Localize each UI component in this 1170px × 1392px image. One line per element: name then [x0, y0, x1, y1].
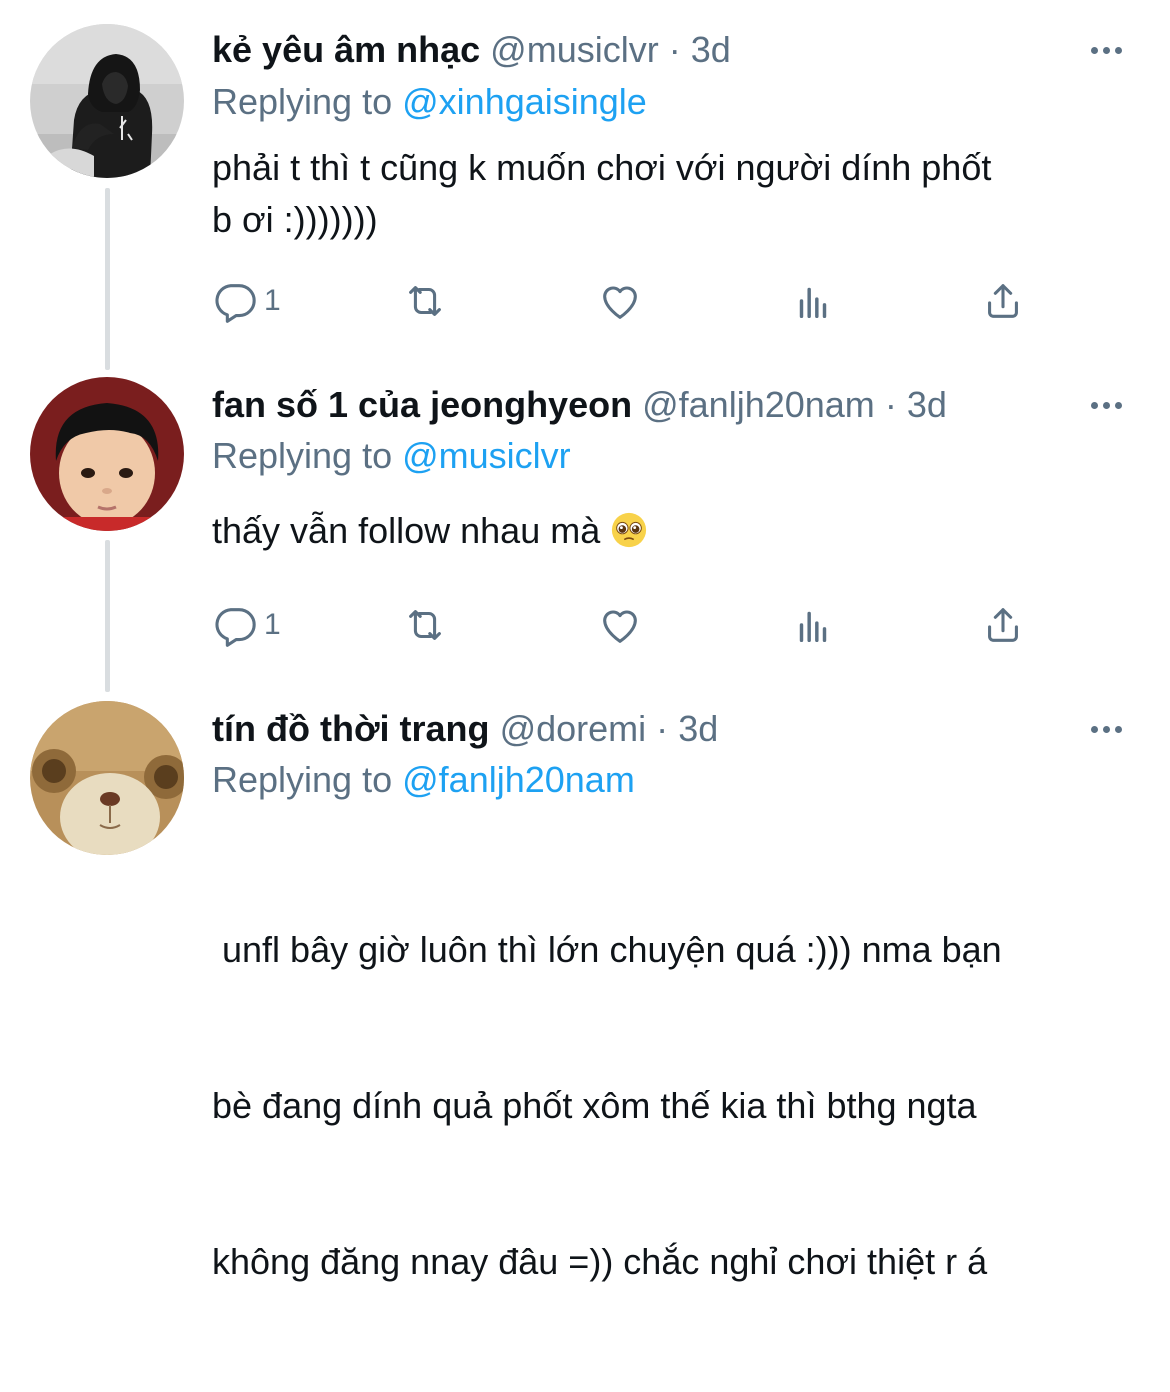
tweet-text: unfl bây giờ luôn thì lớn chuyện quá :))…: [212, 820, 1132, 1392]
timestamp[interactable]: 3d: [907, 384, 947, 425]
timestamp[interactable]: 3d: [691, 29, 731, 70]
hooded-person-avatar: [30, 24, 184, 178]
share-button[interactable]: [980, 600, 1026, 650]
replying-to: Replying to @musiclvr: [212, 434, 571, 478]
separator: ·: [656, 708, 669, 749]
analytics-button[interactable]: [790, 600, 836, 650]
teddy-bear-avatar: [30, 701, 184, 855]
heart-icon: [603, 610, 637, 643]
heart-icon: [603, 286, 637, 319]
thread-line: [105, 540, 110, 692]
replying-to-handle[interactable]: @fanljh20nam: [402, 759, 635, 800]
replying-to-label: Replying to: [212, 759, 393, 800]
reply-icon: [215, 284, 256, 323]
analytics-icon: [799, 611, 827, 643]
tweet-text-line: bè đang dính quả phốt xôm thế kia thì bt…: [212, 1085, 977, 1126]
display-name[interactable]: tín đồ thời trang: [212, 708, 490, 749]
separator: ·: [668, 29, 681, 70]
share-button[interactable]: [980, 276, 1026, 326]
tweet-header: fan số 1 của jeonghyeon @fanljh20nam · 3…: [212, 383, 947, 427]
replying-to-handle[interactable]: @musiclvr: [402, 435, 571, 476]
more-icon[interactable]: [1082, 707, 1130, 751]
separator: ·: [884, 384, 897, 425]
like-button[interactable]: [597, 276, 643, 326]
pleading-face-emoji: [612, 512, 647, 548]
tweet-header: kẻ yêu âm nhạc @musiclvr · 3d: [212, 28, 731, 72]
avatar[interactable]: [30, 701, 184, 855]
retweet-button[interactable]: [402, 600, 448, 650]
tweet-text-line: b ơi :))))))): [212, 199, 378, 240]
retweet-icon: [409, 286, 441, 316]
like-button[interactable]: [597, 600, 643, 650]
username[interactable]: @musiclvr: [490, 29, 659, 70]
replying-to-label: Replying to: [212, 435, 393, 476]
timestamp[interactable]: 3d: [678, 708, 718, 749]
reply-icon: [215, 608, 256, 647]
display-name[interactable]: kẻ yêu âm nhạc: [212, 29, 480, 70]
replying-to: Replying to @fanljh20nam: [212, 758, 635, 802]
retweet-button[interactable]: [402, 276, 448, 326]
tweet-text-line: thấy vẫn follow nhau mà: [212, 510, 601, 551]
display-name[interactable]: fan số 1 của jeonghyeon: [212, 384, 632, 425]
reply-button[interactable]: 1: [212, 276, 281, 326]
reply-button[interactable]: 1: [212, 600, 281, 650]
avatar[interactable]: [30, 377, 184, 531]
tweet-text-line: không đăng nnay đâu =)) chắc nghỉ chơi t…: [212, 1241, 988, 1282]
more-icon[interactable]: [1082, 28, 1130, 72]
username[interactable]: @doremi: [500, 708, 647, 749]
share-icon: [988, 608, 1018, 642]
retweet-icon: [409, 610, 441, 640]
replying-to-label: Replying to: [212, 81, 393, 122]
tweet-text-line: phải t thì t cũng k muốn chơi với người …: [212, 147, 992, 188]
thread-line: [105, 188, 110, 370]
reply-count: 1: [264, 284, 281, 317]
replying-to-handle[interactable]: @xinhgaisingle: [402, 81, 647, 122]
child-avatar: [30, 377, 184, 531]
reply-count: 1: [264, 608, 281, 641]
tweet-header: tín đồ thời trang @doremi · 3d: [212, 707, 718, 751]
tweet-text: phải t thì t cũng k muốn chơi với người …: [212, 142, 1132, 246]
tweet-text-line: unfl bây giờ luôn thì lớn chuyện quá :))…: [212, 929, 1002, 970]
replying-to: Replying to @xinhgaisingle: [212, 80, 647, 124]
analytics-button[interactable]: [790, 276, 836, 326]
more-icon[interactable]: [1082, 383, 1130, 427]
username[interactable]: @fanljh20nam: [642, 384, 875, 425]
tweet-text: thấy vẫn follow nhau mà: [212, 505, 1132, 557]
avatar[interactable]: [30, 24, 184, 178]
analytics-icon: [799, 287, 827, 319]
share-icon: [988, 284, 1018, 318]
